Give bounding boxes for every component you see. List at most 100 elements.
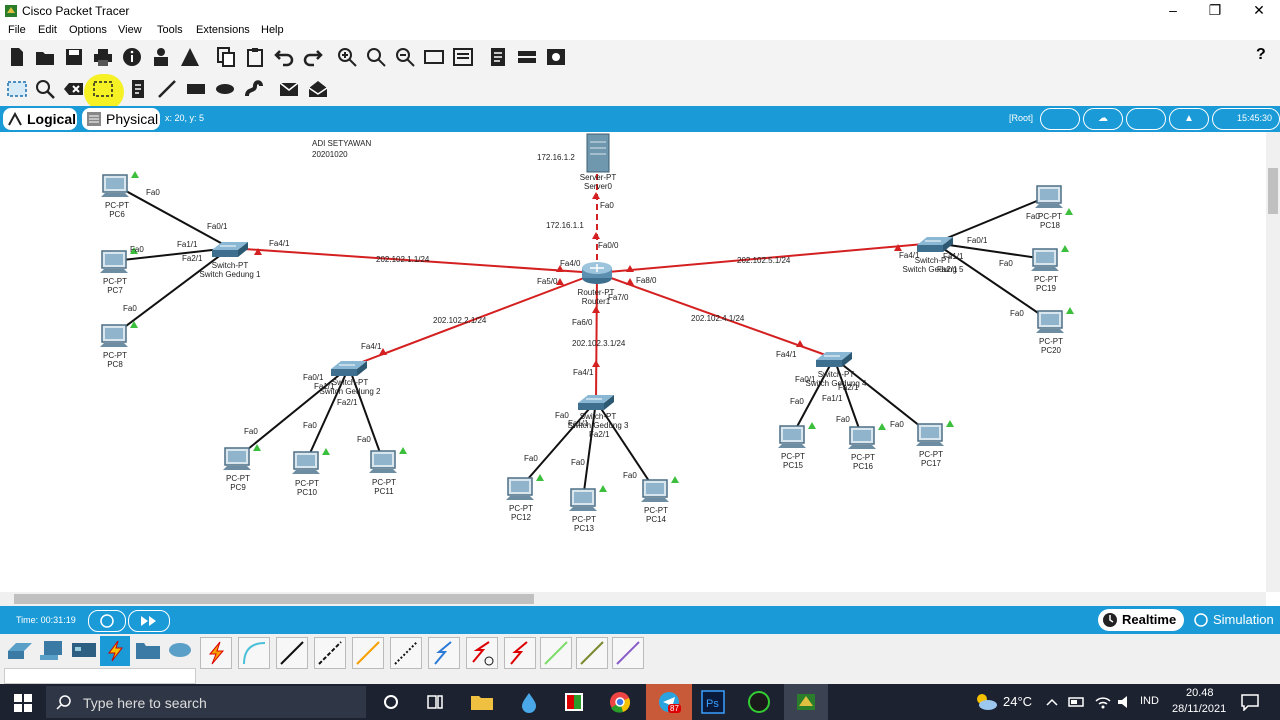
packet-tracer-task[interactable] [784, 684, 828, 720]
delete-icon[interactable] [63, 78, 85, 100]
menu-options[interactable]: Options [69, 24, 107, 36]
copy-icon[interactable] [215, 46, 237, 68]
add-simple-pdu-icon[interactable] [278, 78, 300, 100]
redo-icon[interactable] [302, 46, 324, 68]
help-icon[interactable]: ? [1256, 46, 1266, 64]
zoom-out-icon[interactable] [394, 46, 416, 68]
cable-auto[interactable] [200, 637, 232, 669]
show-hidden-icons[interactable] [1044, 695, 1060, 709]
logical-workspace[interactable]: ADI SETYAWAN 20201020 172.16.1.2 Server-P… [0, 132, 1266, 592]
device-list-area[interactable] [4, 668, 196, 684]
save-icon[interactable] [63, 46, 85, 68]
cable-octal[interactable] [540, 637, 572, 669]
simulation-label[interactable]: Simulation [1213, 612, 1274, 627]
power-cycle-button[interactable] [88, 610, 126, 632]
open-folder-icon[interactable] [34, 46, 56, 68]
draw-ellipse-icon[interactable] [214, 78, 236, 100]
menu-help[interactable]: Help [261, 24, 284, 36]
horizontal-scroll-thumb[interactable] [14, 594, 534, 604]
photoshop-icon[interactable]: Ps [700, 690, 726, 714]
close-button[interactable]: ✕ [1236, 0, 1280, 22]
new-cluster-button[interactable] [1126, 108, 1166, 130]
maximize-button[interactable]: ❐ [1192, 0, 1238, 22]
action-center-icon[interactable] [1240, 693, 1260, 711]
language-indicator[interactable]: IND [1140, 695, 1159, 707]
wifi-icon[interactable] [1094, 694, 1112, 710]
cable-iot[interactable] [576, 637, 608, 669]
cable-straight[interactable] [276, 637, 308, 669]
realtime-tab[interactable]: Realtime [1098, 609, 1184, 631]
menu-extensions[interactable]: Extensions [196, 24, 250, 36]
volume-icon[interactable] [1116, 694, 1134, 710]
end-devices-icon[interactable] [38, 639, 66, 661]
notes-icon[interactable] [487, 46, 509, 68]
simulation-icon[interactable] [1192, 612, 1210, 628]
cable-fiber[interactable] [352, 637, 384, 669]
cable-usb[interactable] [612, 637, 644, 669]
cluster-button[interactable]: ☁ [1083, 108, 1123, 130]
misc-icon[interactable] [134, 639, 162, 661]
clock-pill[interactable]: 15:45:30 [1212, 108, 1280, 130]
menu-file[interactable]: File [8, 24, 26, 36]
menu-tools[interactable]: Tools [157, 24, 183, 36]
clock-date[interactable]: 28/11/2021 [1172, 703, 1226, 715]
horizontal-scrollbar[interactable] [0, 592, 1266, 606]
drop-app-icon[interactable] [516, 690, 542, 714]
cortana-icon[interactable] [378, 690, 404, 714]
task-view-icon[interactable] [422, 690, 448, 714]
cable-phone[interactable] [390, 637, 422, 669]
minimize-button[interactable]: – [1150, 0, 1196, 22]
active-app-highlight[interactable]: 87 [646, 684, 692, 720]
cable-crossover[interactable] [314, 637, 346, 669]
add-complex-pdu-icon[interactable] [307, 78, 329, 100]
inspect-icon[interactable] [34, 78, 56, 100]
palette-icon[interactable] [452, 46, 474, 68]
tab-physical[interactable]: Physical [82, 108, 160, 130]
cable-serial-dce[interactable] [466, 637, 498, 669]
place-note-icon[interactable] [127, 78, 149, 100]
weather-temp[interactable]: 24°C [1003, 694, 1032, 709]
draw-line-icon[interactable] [156, 78, 178, 100]
network-info-icon[interactable] [150, 46, 172, 68]
tab-logical[interactable]: Logical [3, 108, 77, 130]
window-icon[interactable] [423, 46, 445, 68]
cable-serial-dte[interactable] [504, 637, 536, 669]
network-devices-icon[interactable] [6, 639, 34, 661]
undo-icon[interactable] [273, 46, 295, 68]
paste-icon[interactable] [244, 46, 266, 68]
zoom-reset-icon[interactable] [365, 46, 387, 68]
menu-edit[interactable]: Edit [38, 24, 57, 36]
resize-shape-icon[interactable] [92, 78, 114, 100]
recorder-icon[interactable] [746, 690, 772, 714]
chrome-icon[interactable] [607, 690, 633, 714]
vertical-scrollbar[interactable] [1266, 132, 1280, 592]
fast-forward-button[interactable] [128, 610, 170, 632]
menu-view[interactable]: View [118, 24, 142, 36]
activity-wizard-icon[interactable] [179, 46, 201, 68]
connections-category-selected[interactable] [100, 636, 130, 666]
vertical-scroll-thumb[interactable] [1268, 168, 1278, 214]
search-box[interactable]: Type here to search [46, 686, 366, 718]
zoom-in-icon[interactable] [336, 46, 358, 68]
select-icon[interactable] [6, 78, 28, 100]
file-explorer-icon[interactable] [469, 690, 495, 714]
battery-icon[interactable] [1068, 695, 1086, 709]
info-icon[interactable] [121, 46, 143, 68]
freeform-icon[interactable] [243, 78, 265, 100]
custom-icon[interactable] [545, 46, 567, 68]
components-icon[interactable] [70, 639, 98, 661]
office-app-icon[interactable] [561, 690, 587, 714]
multiuser-icon[interactable] [166, 639, 194, 661]
print-icon[interactable] [92, 46, 114, 68]
back-button[interactable] [1040, 108, 1080, 130]
viewport-button[interactable]: ▲ [1169, 108, 1209, 130]
weather-icon[interactable] [974, 692, 998, 712]
new-file-icon[interactable] [6, 46, 28, 68]
clock-time[interactable]: 20.48 [1186, 687, 1214, 699]
cable-console[interactable] [238, 637, 270, 669]
cable-coaxial[interactable] [428, 637, 460, 669]
root-label[interactable]: [Root] [1009, 113, 1033, 123]
windows-start-icon[interactable] [14, 694, 32, 712]
draw-rectangle-icon[interactable] [185, 78, 207, 100]
device-template-icon[interactable] [516, 46, 538, 68]
